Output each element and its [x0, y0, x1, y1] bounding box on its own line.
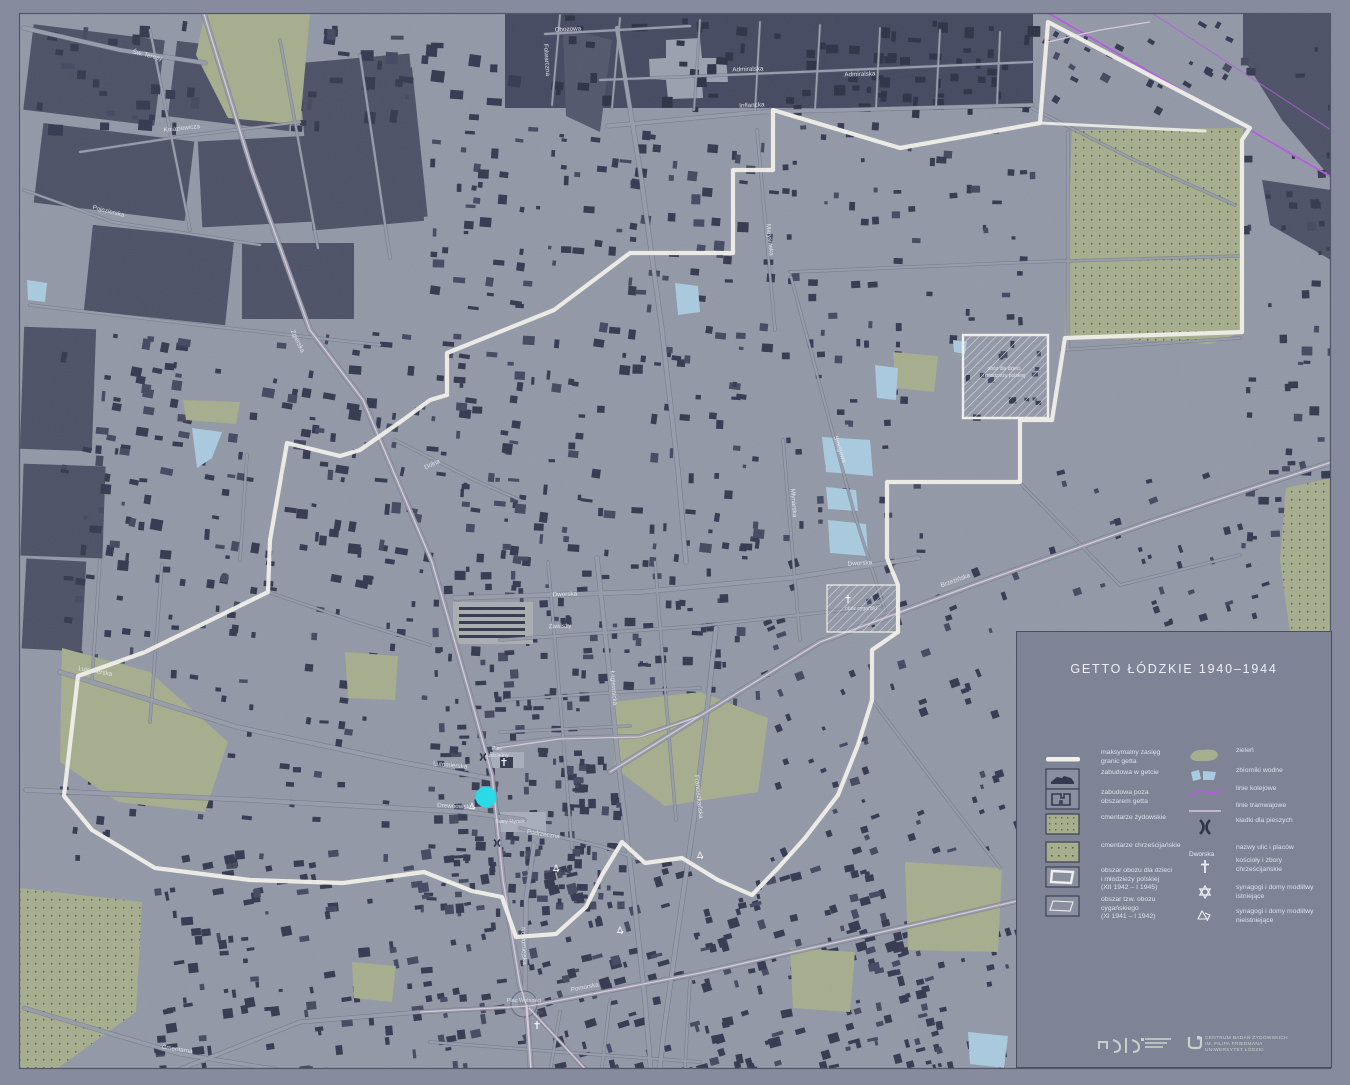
- partner-logo-icon: [1098, 1038, 1144, 1053]
- legend-panel: GETTO ŁÓDZKIE 1940–1944 maksymalny zasię…: [1016, 631, 1332, 1068]
- map-document: Św. Teresy Pojezierska Kniaziewicza Zgiersk…: [0, 0, 1350, 1085]
- university-logo-text: CENTRUM BADAŃ ŻYDOWSKICH IM. FILIPA FRIE…: [1205, 1036, 1288, 1053]
- legend-item: synagogi i domy modlitwy istniejące: [1017, 883, 1333, 907]
- footbridge-icon: [1187, 816, 1223, 843]
- legend-item: kładki dla pieszych: [1017, 816, 1333, 840]
- legend-item-label: nazwy ulic i placów: [1236, 844, 1294, 851]
- partner-logo-text: [1145, 1038, 1171, 1050]
- legend-item-label: zbiorniki wodne: [1236, 767, 1283, 774]
- legend-item-label: synagogi i domy modlitwy istniejące: [1236, 884, 1314, 900]
- synagogue-gone-icon: [1187, 907, 1223, 934]
- legend-item: synagogi i domy modlitwy nieistniejące: [1017, 907, 1333, 931]
- church-icon: [1187, 856, 1223, 883]
- university-logo-icon: [1187, 1036, 1202, 1050]
- legend-item: kościoły i zbory chrześcijańskie: [1017, 856, 1333, 880]
- legend-title: GETTO ŁÓDZKIE 1940–1944: [1070, 662, 1278, 676]
- synagogue-existing-icon: [1187, 883, 1223, 910]
- legend-item-label: zieleń: [1236, 747, 1254, 754]
- legend-item-label: linie kolejowe: [1236, 785, 1277, 792]
- legend-item-label: synagogi i domy modlitwy nieistniejące: [1236, 908, 1314, 924]
- legend-item-label: linie tramwajowe: [1236, 802, 1287, 809]
- legend-item-label: kładki dla pieszych: [1236, 817, 1293, 824]
- credits-row: CENTRUM BADAŃ ŻYDOWSKICH IM. FILIPA FRIE…: [1017, 1030, 1333, 1066]
- legend-item-label: kościoły i zbory chrześcijańskie: [1236, 857, 1283, 873]
